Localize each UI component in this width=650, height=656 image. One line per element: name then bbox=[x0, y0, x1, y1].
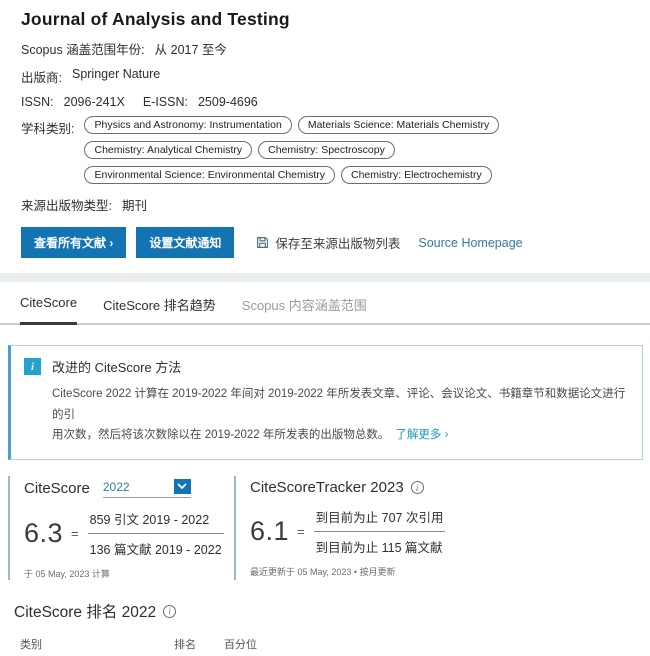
subject-line: 学科类别: Physics and Astronomy: Instrumenta… bbox=[21, 118, 630, 191]
infobox-body-line2: 用次数，然后将该次数除以在 2019-2022 年所发表的出版物总数。 bbox=[52, 429, 389, 441]
subject-chip[interactable]: Environmental Science: Environmental Che… bbox=[84, 166, 335, 184]
citescore-value: 6.3 bbox=[24, 518, 63, 549]
column-header-percentile: 百分位 bbox=[224, 636, 300, 652]
subject-chip[interactable]: Chemistry: Analytical Chemistry bbox=[84, 141, 252, 159]
subject-label: 学科类别: bbox=[21, 118, 74, 137]
save-to-source-list-label: 保存至来源出版物列表 bbox=[275, 233, 400, 252]
view-all-documents-button[interactable]: 查看所有文献 › bbox=[21, 227, 126, 258]
tab-citescore-rank-trend[interactable]: CiteScore 排名趋势 bbox=[103, 295, 216, 323]
tracker-fraction: 到目前为止 707 次引用 到目前为止 115 篇文献 bbox=[314, 507, 446, 556]
tracker-denominator: 到目前为止 115 篇文献 bbox=[314, 531, 446, 556]
subject-chip[interactable]: Physics and Astronomy: Instrumentation bbox=[84, 116, 291, 134]
rank-info-icon[interactable]: i bbox=[163, 605, 176, 618]
scopus-source-page: Journal of Analysis and Testing Scopus 涵… bbox=[0, 0, 650, 656]
rank-section-title-row: CiteScore 排名 2022 i bbox=[14, 600, 650, 622]
issn-value: 2096-241X bbox=[64, 95, 125, 109]
citescore-fraction: 859 引文 2019 - 2022 136 篇文献 2019 - 2022 bbox=[88, 509, 224, 558]
subject-chip-list: Physics and Astronomy: Instrumentation M… bbox=[84, 116, 630, 191]
eissn-label: E-ISSN: bbox=[143, 95, 188, 109]
action-bar: 查看所有文献 › 设置文献通知 保存至来源出版物列表 Source Homepa… bbox=[21, 227, 630, 258]
subject-chip[interactable]: Materials Science: Materials Chemistry bbox=[298, 116, 499, 134]
coverage-value: 从 2017 至今 bbox=[155, 39, 227, 58]
rank-section-title: CiteScore 排名 2022 bbox=[14, 600, 156, 622]
source-type-value: 期刊 bbox=[122, 195, 147, 214]
infobox-body-line1: CiteScore 2022 计算在 2019-2022 年间对 2019-20… bbox=[52, 388, 625, 421]
tracker-info-icon[interactable]: i bbox=[411, 481, 424, 494]
column-header-rank: 排名 bbox=[174, 636, 224, 652]
issn-label: ISSN: bbox=[21, 95, 54, 109]
eissn-value: 2509-4696 bbox=[198, 95, 258, 109]
source-homepage-link[interactable]: Source Homepage bbox=[418, 236, 522, 250]
chevron-down-icon bbox=[174, 479, 191, 494]
score-boxes: CiteScore 2022 6.3 = 859 引文 2019 - 2022 … bbox=[8, 476, 650, 580]
rank-table-header: 类别 排名 百分位 bbox=[8, 636, 300, 656]
citescore-header: CiteScore 2022 bbox=[24, 479, 234, 498]
tracker-footnote: 最近更新于 05 May, 2023 • 按月更新 bbox=[250, 565, 514, 578]
citescore-box: CiteScore 2022 6.3 = 859 引文 2019 - 2022 … bbox=[8, 476, 234, 580]
infobox-header: i 改进的 CiteScore 方法 bbox=[24, 357, 628, 376]
coverage-line: Scopus 涵盖范围年份: 从 2017 至今 bbox=[21, 39, 630, 58]
rank-table: 类别 排名 百分位 Physics and Astronomy Instrume… bbox=[8, 636, 300, 656]
citescore-year-dropdown[interactable]: 2022 bbox=[103, 479, 191, 498]
info-icon: i bbox=[24, 358, 41, 375]
save-icon bbox=[256, 236, 269, 249]
infobox-title: 改进的 CiteScore 方法 bbox=[52, 357, 181, 376]
citescore-tracker-box: CiteScoreTracker 2023 i 6.1 = 到目前为止 707 … bbox=[234, 476, 514, 580]
subject-chip[interactable]: Chemistry: Electrochemistry bbox=[341, 166, 492, 184]
set-document-alert-button[interactable]: 设置文献通知 bbox=[136, 227, 234, 258]
publisher-value: Springer Nature bbox=[72, 67, 160, 81]
source-type-line: 来源出版物类型: 期刊 bbox=[21, 195, 630, 214]
tracker-numerator: 到目前为止 707 次引用 bbox=[314, 507, 446, 531]
infobox-body: CiteScore 2022 计算在 2019-2022 年间对 2019-20… bbox=[52, 384, 628, 446]
tracker-label: CiteScoreTracker 2023 bbox=[250, 479, 404, 496]
section-divider bbox=[0, 273, 650, 282]
save-to-source-list-link[interactable]: 保存至来源出版物列表 bbox=[256, 233, 400, 252]
citescore-numerator: 859 引文 2019 - 2022 bbox=[88, 509, 224, 533]
tab-scopus-coverage[interactable]: Scopus 内容涵盖范围 bbox=[242, 295, 367, 323]
equals-sign: = bbox=[71, 526, 79, 541]
publisher-line: 出版商: Springer Nature bbox=[21, 67, 630, 86]
tab-citescore[interactable]: CiteScore bbox=[20, 295, 77, 325]
citescore-denominator: 136 篇文献 2019 - 2022 bbox=[88, 533, 224, 558]
source-type-label: 来源出版物类型: bbox=[21, 195, 112, 214]
citescore-footnote: 于 05 May, 2023 计算 bbox=[24, 567, 234, 580]
citescore-label: CiteScore bbox=[24, 480, 90, 497]
tracker-header: CiteScoreTracker 2023 i bbox=[250, 479, 514, 496]
equals-sign: = bbox=[297, 524, 305, 539]
citescore-year-value: 2022 bbox=[103, 480, 130, 494]
publisher-label: 出版商: bbox=[21, 67, 62, 86]
source-header: Journal of Analysis and Testing Scopus 涵… bbox=[0, 0, 650, 258]
tab-bar: CiteScore CiteScore 排名趋势 Scopus 内容涵盖范围 bbox=[0, 282, 650, 325]
citescore-methodology-infobox: i 改进的 CiteScore 方法 CiteScore 2022 计算在 20… bbox=[8, 345, 643, 460]
coverage-label: Scopus 涵盖范围年份: bbox=[21, 39, 145, 58]
citescore-formula: 6.3 = 859 引文 2019 - 2022 136 篇文献 2019 - … bbox=[24, 509, 234, 558]
learn-more-link[interactable]: 了解更多 › bbox=[395, 429, 448, 441]
subject-chip[interactable]: Chemistry: Spectroscopy bbox=[258, 141, 395, 159]
tracker-value: 6.1 bbox=[250, 516, 289, 547]
issn-line: ISSN: 2096-241X E-ISSN: 2509-4696 bbox=[21, 95, 630, 109]
page-title: Journal of Analysis and Testing bbox=[21, 9, 630, 30]
column-header-category: 类别 bbox=[20, 636, 174, 652]
tracker-formula: 6.1 = 到目前为止 707 次引用 到目前为止 115 篇文献 bbox=[250, 507, 514, 556]
